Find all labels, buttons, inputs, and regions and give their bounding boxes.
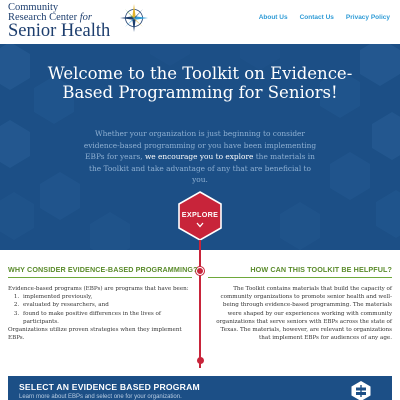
- why-list: implemented previously, evaluated by res…: [21, 293, 192, 326]
- list-item: implemented previously,: [21, 293, 192, 301]
- how-section: HOW CAN THIS TOOLKIT BE HELPFUL? The Too…: [208, 265, 392, 342]
- select-program-panel[interactable]: SELECT AN EVIDENCE BASED PROGRAM Learn m…: [8, 376, 392, 400]
- nav-privacy-policy[interactable]: Privacy Policy: [346, 14, 390, 21]
- nav-about-us[interactable]: About Us: [259, 14, 288, 21]
- explore-button[interactable]: EXPLORE: [178, 191, 222, 241]
- list-item: evaluated by researchers, and: [21, 301, 192, 309]
- top-nav: About Us Contact Us Privacy Policy: [259, 14, 390, 21]
- explore-label: EXPLORE: [181, 210, 219, 219]
- timeline-dot-lower: [196, 357, 204, 364]
- nav-contact-us[interactable]: Contact Us: [300, 14, 334, 21]
- select-program-subtitle: Learn more about EBPs and select one for…: [19, 394, 182, 400]
- why-section: WHY CONSIDER EVIDENCE-BASED PROGRAMMING?…: [8, 265, 197, 342]
- why-heading: WHY CONSIDER EVIDENCE-BASED PROGRAMMING?: [8, 265, 197, 278]
- select-program-title: SELECT AN EVIDENCE BASED PROGRAM: [19, 382, 200, 392]
- why-outro: Organizations utilize proven strategies …: [8, 327, 182, 342]
- list-item: found to make positive differences in th…: [21, 310, 192, 326]
- how-heading: HOW CAN THIS TOOLKIT BE HELPFUL?: [208, 265, 392, 278]
- why-body: Evidence-based programs (EBPs) are progr…: [8, 285, 192, 342]
- logo-line-3: Senior Health: [8, 21, 111, 41]
- chevron-down-icon: [196, 222, 204, 228]
- why-intro: Evidence-based programs (EBPs) are progr…: [8, 286, 189, 292]
- how-body: The Toolkit contains materials that buil…: [216, 286, 392, 342]
- hero-intro-highlight: we encourage you to explore: [144, 152, 254, 162]
- site-header: Community Research Center for Senior Hea…: [0, 0, 400, 44]
- select-program-section: SELECT AN EVIDENCE BASED PROGRAM Learn m…: [0, 368, 400, 400]
- timeline-line: [199, 240, 201, 368]
- compass-star-icon: [120, 4, 148, 32]
- signpost-icon: [351, 381, 371, 400]
- site-logo[interactable]: Community Research Center for Senior Hea…: [8, 2, 168, 42]
- hero-intro: Whether your organization is just beginn…: [83, 129, 317, 185]
- hero-title: Welcome to the Toolkit on Evidence-Based…: [47, 64, 353, 102]
